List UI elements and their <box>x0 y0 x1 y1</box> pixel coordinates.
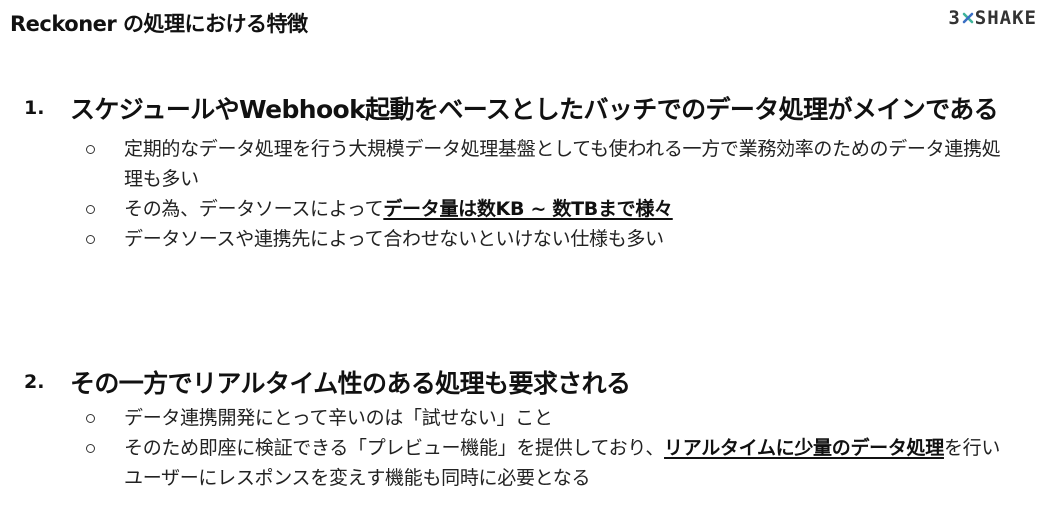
hollow-bullet-icon <box>86 205 95 214</box>
list-item: データソースや連携先によって合わせないといけない仕様も多い <box>24 224 1004 254</box>
hollow-bullet-icon <box>86 145 95 154</box>
list-item: そのため即座に検証できる「プレビュー機能」を提供しており、リアルタイムに少量のデ… <box>24 433 1004 493</box>
point-2-heading-row: 2. その一方でリアルタイム性のある処理も要求される <box>24 366 1024 402</box>
list-item: その為、データソースによってデータ量は数KB ~ 数TBまで様々 <box>24 194 1004 224</box>
company-logo: 3 SHAKE <box>948 7 1037 29</box>
point-2-number: 2. <box>24 371 45 393</box>
sub-text: データ連携開発にとって辛いのは「試せない」こと <box>124 407 553 429</box>
hollow-bullet-icon <box>86 414 95 423</box>
slide-title: Reckoner の処理における特徴 <box>10 12 308 36</box>
point-1-heading-row: 1. スケジュールやWebhook起動をベースとしたバッチでのデータ処理がメイン… <box>24 92 1024 128</box>
sub-text: その為、データソースによって <box>124 198 384 220</box>
sub-text: 定期的なデータ処理を行う大規模データ処理基盤としても使われる一方で業務効率のため… <box>124 138 1001 190</box>
sub-text: データソースや連携先によって合わせないといけない仕様も多い <box>124 228 664 250</box>
point-1: 1. スケジュールやWebhook起動をベースとしたバッチでのデータ処理がメイン… <box>24 92 1024 254</box>
hollow-bullet-icon <box>86 235 95 244</box>
hollow-bullet-icon <box>86 444 95 453</box>
emphasis-text: データ量は数KB ~ 数TBまで様々 <box>383 198 673 220</box>
sub-text: そのため即座に検証できる「プレビュー機能」を提供しており、 <box>124 437 665 459</box>
emphasis-text: リアルタイムに少量のデータ処理 <box>664 437 944 459</box>
point-2-heading: その一方でリアルタイム性のある処理も要求される <box>70 369 631 398</box>
point-1-sub-list: 定期的なデータ処理を行う大規模データ処理基盤としても使われる一方で業務効率のため… <box>24 134 1024 254</box>
logo-wordmark: SHAKE <box>974 7 1037 29</box>
point-2-sub-list: データ連携開発にとって辛いのは「試せない」こと そのため即座に検証できる「プレビ… <box>24 403 1024 493</box>
3shake-x-logo-icon <box>962 10 974 26</box>
point-2: 2. その一方でリアルタイム性のある処理も要求される データ連携開発にとって辛い… <box>24 366 1024 493</box>
list-item: 定期的なデータ処理を行う大規模データ処理基盤としても使われる一方で業務効率のため… <box>24 134 1004 194</box>
list-item: データ連携開発にとって辛いのは「試せない」こと <box>24 403 1004 433</box>
point-1-number: 1. <box>24 97 45 119</box>
point-1-heading: スケジュールやWebhook起動をベースとしたバッチでのデータ処理がメインである <box>70 95 999 124</box>
logo-digit: 3 <box>948 7 961 29</box>
